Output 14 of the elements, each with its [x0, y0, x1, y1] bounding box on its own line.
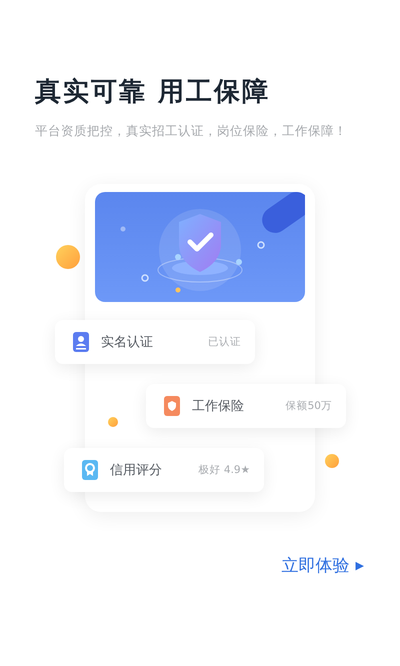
feature-label: 实名认证 [101, 334, 154, 351]
feature-label: 信用评分 [110, 462, 163, 479]
feature-value: 极好 4.9★ [198, 463, 250, 477]
feature-label: 工作保险 [192, 398, 245, 415]
page-subtitle: 平台资质把控，真实招工认证，岗位保险，工作保障！ [35, 122, 348, 140]
start-link[interactable]: 立即体验 ▶ [282, 554, 364, 577]
feature-value: 已认证 [208, 335, 241, 349]
id-card-icon [71, 331, 91, 353]
page-title: 真实可靠 用工保障 [35, 76, 272, 109]
feature-value: 保额50万 [286, 399, 332, 413]
shield-document-icon [162, 395, 182, 417]
badge-icon [80, 459, 100, 481]
decor-dot [325, 454, 339, 468]
decor-dot [56, 245, 80, 269]
